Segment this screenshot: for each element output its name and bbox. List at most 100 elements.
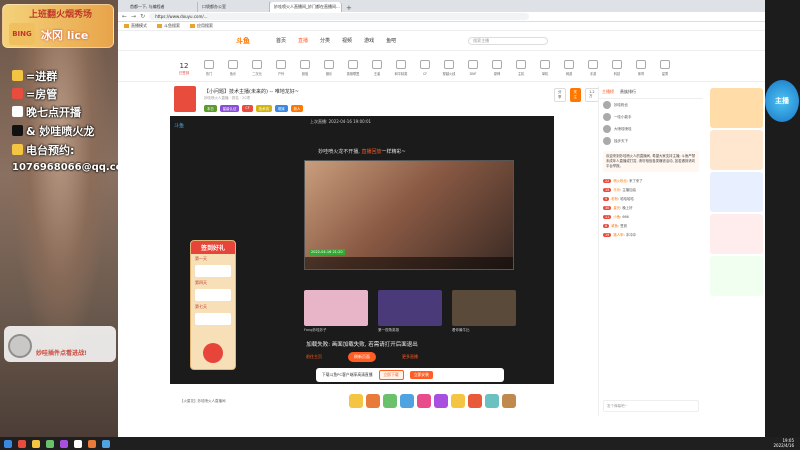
gift-item[interactable] (501, 394, 516, 408)
taskbar-app-icon[interactable] (102, 439, 110, 448)
nav-video[interactable]: 视频 (342, 37, 352, 44)
category-icon (636, 60, 646, 69)
category-item[interactable]: 网游 (558, 60, 580, 77)
checkin-day[interactable]: 12 已签到 (174, 62, 194, 76)
category-item[interactable]: 户外 (270, 60, 292, 77)
back-icon[interactable]: ← (122, 13, 127, 20)
gift-item[interactable] (433, 394, 448, 408)
forward-icon[interactable]: → (131, 13, 136, 20)
gift-item[interactable] (382, 394, 397, 408)
more-live-button[interactable]: 更多直播 (396, 352, 424, 362)
side-ad[interactable] (710, 88, 763, 128)
side-ad[interactable] (710, 214, 763, 254)
category-item[interactable]: 王者 (366, 60, 388, 77)
category-item[interactable]: 单机 (534, 60, 556, 77)
category-item[interactable]: 颜值 (294, 60, 316, 77)
rank-row[interactable]: 大喷哇喷哇 (599, 123, 703, 135)
site-search-input[interactable]: 搜索主播 (468, 36, 549, 45)
site-logo[interactable]: 斗鱼 (236, 36, 250, 46)
gift-item[interactable] (416, 394, 431, 408)
room-tag[interactable]: 新人 (290, 105, 304, 112)
url-input[interactable]: https://www.douyu.com/... (149, 13, 530, 20)
checkin-gift-panel[interactable]: 签到好礼 第一天 第四天 第七天 (190, 240, 236, 370)
browser-tab-1[interactable]: 首都—下, 与编程者 (126, 2, 198, 12)
room-subtitle: 妙哇喷火人直播 · 排名 · 20项 (204, 96, 251, 100)
gift-item[interactable] (450, 394, 465, 408)
thumbnail-1[interactable]: Fong妙哇妙子 (304, 290, 368, 333)
category-item[interactable]: 鱼乐 (222, 60, 244, 77)
room-avatar[interactable] (174, 86, 196, 112)
category-item[interactable]: 娱乐 (318, 60, 340, 77)
side-ad[interactable] (710, 256, 763, 296)
tab-noble-rank[interactable]: 贵族排行 (620, 89, 636, 95)
room-tag[interactable]: CF (242, 105, 253, 112)
taskbar-app-icon[interactable] (88, 439, 96, 448)
category-item[interactable]: 穿越火线 (438, 60, 460, 77)
nav-live[interactable]: 直播 (298, 37, 308, 44)
chat-user[interactable]: 星光 (613, 206, 620, 210)
category-item[interactable]: DNF (462, 60, 484, 77)
category-item[interactable]: 科技 (606, 60, 628, 77)
gift-icon[interactable] (203, 343, 223, 363)
bookmark-2[interactable]: 斗鱼搜索 (157, 23, 180, 29)
share-button[interactable]: 分享 (554, 88, 566, 102)
nav-fishbar[interactable]: 鱼吧 (386, 37, 396, 44)
nav-home[interactable]: 首页 (276, 37, 286, 44)
category-item[interactable]: 原神 (486, 60, 508, 77)
taskbar-app-icon[interactable] (74, 439, 82, 448)
rank-row[interactable]: 独步天下 (599, 135, 703, 147)
thumbnail-3[interactable]: 看你最牛比 (452, 290, 516, 333)
rank-row[interactable]: 妙哇粉丝 (599, 99, 703, 111)
tab-anchor-rank[interactable]: 主播榜 (602, 89, 614, 95)
nav-category[interactable]: 分类 (320, 37, 330, 44)
reload-page-button[interactable]: 刷新页面 (348, 352, 376, 362)
chat-user[interactable]: 路人甲 (613, 233, 623, 237)
follow-button[interactable]: 关注 (569, 88, 581, 102)
category-item[interactable]: 热门 (198, 60, 220, 77)
chat-user[interactable]: 喷火粉丝 (613, 179, 627, 183)
taskbar-app-icon[interactable] (32, 439, 40, 448)
taskbar-app-icon[interactable] (18, 439, 26, 448)
room-tag[interactable]: 星级认证 (219, 105, 240, 112)
go-home-button[interactable]: 前往主页 (300, 352, 328, 362)
gift-item[interactable] (484, 394, 499, 408)
side-ad[interactable] (710, 172, 763, 212)
reload-icon[interactable]: ↻ (140, 13, 145, 20)
chat-user[interactable]: 小鱼 (613, 215, 620, 219)
side-ad[interactable] (710, 130, 763, 170)
category-item[interactable]: 英雄联盟 (342, 60, 364, 77)
browser-tab-2[interactable]: 口袋都办公室 (198, 2, 270, 12)
new-tab-icon[interactable]: + (342, 4, 356, 12)
nav-game[interactable]: 游戏 (364, 37, 374, 44)
category-item[interactable]: 手游 (582, 60, 604, 77)
browser-tab-3[interactable]: 妙哇喷火人直播间_妙门都在直播间... (270, 2, 342, 12)
download-button[interactable]: 立即下载 (378, 370, 404, 380)
gift-item[interactable] (399, 394, 414, 408)
chat-user[interactable]: 咸鱼 (611, 224, 618, 228)
gift-item[interactable] (348, 394, 363, 408)
rank-row[interactable]: 一哇小能手 (599, 111, 703, 123)
gift-item[interactable] (365, 394, 380, 408)
taskbar-app-icon[interactable] (4, 439, 12, 448)
chat-user[interactable]: 乐乐 (613, 188, 620, 192)
category-item[interactable]: 和平精英 (390, 60, 412, 77)
thumbnail-2[interactable]: 第一视角英雄 (378, 290, 442, 333)
room-tag[interactable]: 技术流 (255, 105, 272, 112)
category-item[interactable]: 二次元 (246, 60, 268, 77)
category-item[interactable]: 主机 (510, 60, 532, 77)
install-button[interactable]: 立即安装 (409, 371, 433, 379)
taskbar-app-icon[interactable] (46, 439, 54, 448)
level-badge: 19 (603, 233, 612, 237)
chat-input[interactable]: 发个弹幕吧~ (603, 400, 699, 412)
gift-item[interactable] (467, 394, 482, 408)
bookmark-3[interactable]: 应用搜索 (190, 23, 213, 29)
bookmark-1[interactable]: 直播模式 (124, 23, 147, 29)
category-item[interactable]: CF (414, 60, 436, 77)
room-tag[interactable]: 本日 (204, 105, 217, 112)
room-tag[interactable]: 带妹 (274, 105, 288, 112)
chat-user[interactable]: 老粉 (611, 197, 618, 201)
replay-video-card[interactable]: 2022-04-16 21:20 (304, 160, 514, 270)
category-item[interactable]: 星秀 (654, 60, 676, 77)
taskbar-app-icon[interactable] (60, 439, 68, 448)
category-item[interactable]: 体育 (630, 60, 652, 77)
